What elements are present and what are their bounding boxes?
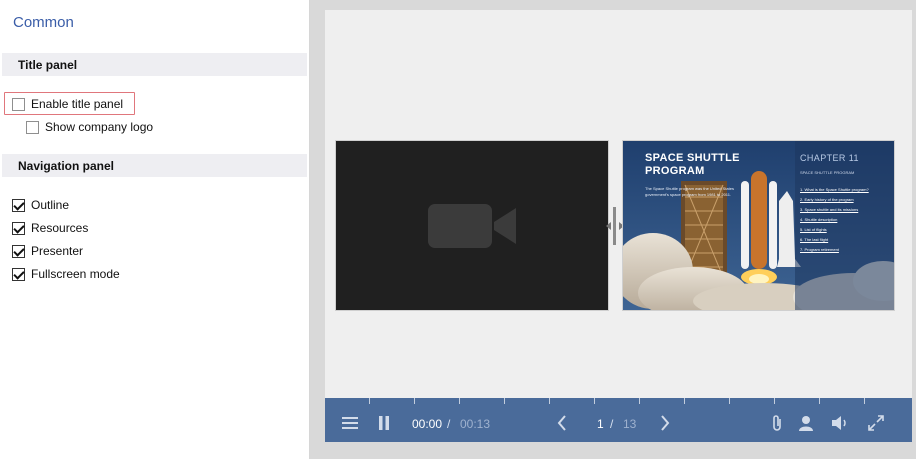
fullscreen-icon xyxy=(868,415,884,431)
title-panel-header: Title panel xyxy=(2,53,307,76)
checkbox-box[interactable] xyxy=(26,120,39,134)
time-total: 00:13 xyxy=(460,417,491,431)
presenter-button[interactable] xyxy=(797,404,815,442)
slide-view: SPACE SHUTTLE PROGRAM The Space Shuttle … xyxy=(622,140,895,311)
checkbox-label: Fullscreen mode xyxy=(31,267,120,281)
checkbox-box[interactable] xyxy=(12,244,25,258)
page-total: 13 xyxy=(623,417,637,431)
attachments-button[interactable] xyxy=(769,404,785,442)
player-preview: SPACE SHUTTLE PROGRAM The Space Shuttle … xyxy=(310,0,916,459)
panel-title: Common xyxy=(13,14,74,31)
page-separator: / xyxy=(610,417,614,431)
player-control-bar: 00:00 / 00:13 1 / 13 xyxy=(325,404,912,442)
menu-icon xyxy=(342,417,358,429)
slide-body-text: The Space Shuttle program was the United… xyxy=(645,186,734,197)
time-separator: / xyxy=(447,417,451,431)
collapse-left-icon[interactable] xyxy=(606,222,611,230)
checkbox-label: Show company logo xyxy=(45,120,154,134)
chapter-label: CHAPTER 11 xyxy=(800,153,859,163)
chapter-link[interactable]: 1. What is the Space Shuttle program? xyxy=(800,185,869,195)
video-panel xyxy=(335,140,609,311)
show-company-logo-checkbox[interactable]: Show company logo xyxy=(26,118,153,136)
chapter-link[interactable]: 4. Shuttle description xyxy=(800,215,869,225)
enable-title-panel-checkbox[interactable]: Enable title panel xyxy=(12,95,123,113)
panel-splitter[interactable] xyxy=(606,207,624,245)
fullscreen-mode-checkbox[interactable]: Fullscreen mode xyxy=(12,265,120,283)
time-current: 00:00 xyxy=(412,417,443,431)
checkbox-box[interactable] xyxy=(12,97,25,111)
volume-icon xyxy=(832,416,846,430)
outline-checkbox[interactable]: Outline xyxy=(12,196,69,214)
navigation-panel-header: Navigation panel xyxy=(2,154,307,177)
checkbox-label: Resources xyxy=(31,221,89,235)
player-stage: SPACE SHUTTLE PROGRAM The Space Shuttle … xyxy=(325,10,912,398)
next-slide-button[interactable] xyxy=(658,404,672,442)
splitter-handle[interactable] xyxy=(613,207,616,245)
chapter-link[interactable]: 7. Program retirement xyxy=(800,245,869,255)
checkbox-label: Outline xyxy=(31,198,70,212)
pause-button[interactable] xyxy=(377,404,391,442)
chapter-link[interactable]: 5. List of flights xyxy=(800,225,869,235)
checkbox-label: Enable title panel xyxy=(31,97,124,111)
menu-button[interactable] xyxy=(341,404,359,442)
volume-button[interactable] xyxy=(830,404,850,442)
attachment-icon xyxy=(773,415,781,431)
chapter-subtitle: SPACE SHUTTLE PROGRAM xyxy=(800,170,855,175)
checkbox-box[interactable] xyxy=(12,267,25,281)
prev-icon xyxy=(557,415,566,431)
fullscreen-button[interactable] xyxy=(867,404,885,442)
checkbox-label: Presenter xyxy=(31,244,84,258)
video-camera-icon xyxy=(428,203,516,248)
slide-chapter-menu: CHAPTER 11 SPACE SHUTTLE PROGRAM 1. What… xyxy=(795,141,894,310)
chapter-link[interactable]: 2. Early history of the program xyxy=(800,195,869,205)
presenter-checkbox[interactable]: Presenter xyxy=(12,242,83,260)
slide-title: SPACE SHUTTLE PROGRAM xyxy=(645,152,740,177)
chapter-link-list: 1. What is the Space Shuttle program? 2.… xyxy=(800,185,869,255)
previous-slide-button[interactable] xyxy=(555,404,569,442)
presenter-icon xyxy=(799,416,813,431)
chapter-link[interactable]: 3. Space shuttle and its missions xyxy=(800,205,869,215)
chapter-link[interactable]: 6. The last flight xyxy=(800,235,869,245)
settings-panel: Common Title panel Enable title panel Sh… xyxy=(0,0,310,459)
checkbox-box[interactable] xyxy=(12,221,25,235)
pause-icon xyxy=(379,416,389,430)
checkbox-box[interactable] xyxy=(12,198,25,212)
resources-checkbox[interactable]: Resources xyxy=(12,219,88,237)
next-icon xyxy=(661,415,670,431)
page-current: 1 xyxy=(597,417,604,431)
